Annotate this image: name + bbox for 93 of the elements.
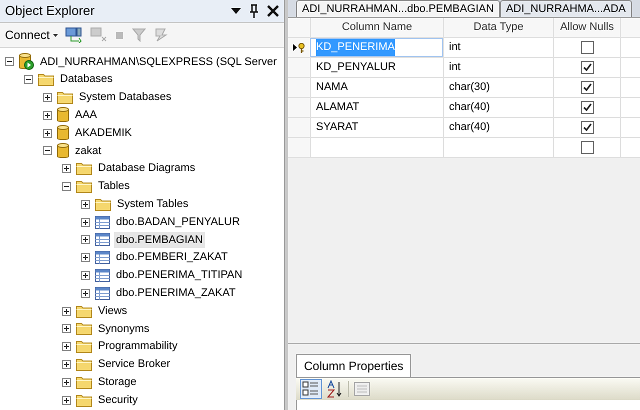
tree-item[interactable]: dbo.PEMBAGIAN bbox=[114, 232, 205, 248]
expand-icon[interactable] bbox=[62, 324, 71, 334]
data-type-cell[interactable]: char(40) bbox=[449, 119, 490, 136]
data-type-cell[interactable]: int bbox=[449, 39, 461, 56]
expand-icon[interactable] bbox=[43, 92, 52, 102]
checkbox[interactable] bbox=[580, 101, 594, 114]
checkbox[interactable] bbox=[580, 141, 594, 154]
tree-item[interactable]: Security bbox=[96, 392, 140, 408]
tree-item[interactable]: AKADEMIK bbox=[73, 124, 134, 142]
tree-item[interactable]: Storage bbox=[96, 374, 139, 390]
tree-item[interactable]: AAA bbox=[73, 107, 100, 124]
tree-item[interactable]: dbo.BADAN_PENYALUR bbox=[114, 214, 242, 230]
expand-icon[interactable] bbox=[81, 235, 90, 244]
data-type-cell[interactable]: char(40) bbox=[449, 99, 490, 116]
collapse-icon[interactable] bbox=[62, 182, 71, 191]
table-icon bbox=[95, 251, 110, 264]
document-tab[interactable]: ADI_NURRAHMA...ADA bbox=[500, 0, 632, 17]
collapse-icon[interactable] bbox=[24, 75, 33, 84]
tree-item[interactable]: dbo.PENERIMA_TITIPAN bbox=[114, 267, 244, 284]
tree-item[interactable]: Service Broker bbox=[96, 356, 172, 373]
folder-icon bbox=[38, 73, 54, 86]
checkbox[interactable] bbox=[580, 41, 594, 54]
collapse-icon[interactable] bbox=[5, 57, 14, 66]
dropdown-icon[interactable] bbox=[231, 8, 241, 14]
table-icon bbox=[95, 268, 110, 282]
folder-icon bbox=[76, 304, 92, 318]
column-name-cell[interactable]: ALAMAT bbox=[316, 99, 360, 116]
tree-item[interactable]: System Tables bbox=[115, 196, 190, 213]
checkbox[interactable] bbox=[580, 61, 594, 74]
tree-item[interactable]: zakat bbox=[73, 142, 104, 160]
tree-item[interactable]: System Databases bbox=[77, 89, 174, 106]
expand-icon[interactable] bbox=[81, 218, 90, 227]
folder-icon bbox=[95, 198, 111, 211]
data-type-cell[interactable]: char(30) bbox=[449, 79, 490, 96]
tree-item[interactable]: Database Diagrams bbox=[96, 160, 198, 177]
categorized-icon[interactable] bbox=[300, 379, 322, 399]
folder-icon bbox=[76, 394, 92, 407]
expand-icon[interactable] bbox=[62, 306, 71, 316]
key-icon bbox=[298, 42, 305, 52]
tree-item[interactable]: dbo.PEMBERI_ZAKAT bbox=[114, 249, 230, 266]
tree-item[interactable]: Synonyms bbox=[96, 320, 152, 338]
column-name-cell[interactable]: SYARAT bbox=[316, 119, 358, 136]
expand-icon[interactable] bbox=[81, 288, 90, 298]
tree-item[interactable]: Tables bbox=[96, 178, 132, 195]
tree-item[interactable]: Programmability bbox=[96, 338, 180, 355]
database-icon bbox=[57, 125, 69, 142]
caret-icon bbox=[52, 34, 58, 36]
data-type-cell[interactable]: int bbox=[449, 59, 461, 76]
folder-icon bbox=[76, 322, 92, 336]
connect-icon[interactable] bbox=[64, 27, 83, 43]
expand-icon[interactable] bbox=[62, 378, 71, 387]
expand-icon[interactable] bbox=[62, 396, 71, 405]
folder-icon bbox=[76, 358, 92, 371]
connect-button[interactable]: Connect bbox=[5, 26, 58, 44]
properties-tab[interactable]: Column Properties bbox=[296, 354, 412, 377]
document-tab[interactable]: ADI_NURRAHMAN...dbo.PEMBAGIAN bbox=[296, 0, 500, 17]
table-icon bbox=[95, 286, 110, 300]
expand-icon[interactable] bbox=[43, 128, 52, 138]
tree-item[interactable]: ADI_NURRAHMAN\SQLEXPRESS (SQL Server bbox=[38, 54, 279, 70]
folder-icon bbox=[76, 376, 92, 389]
panel-title: Object Explorer bbox=[5, 2, 95, 20]
folder-icon bbox=[76, 340, 92, 354]
checkbox[interactable] bbox=[580, 81, 594, 94]
expand-icon[interactable] bbox=[81, 270, 90, 280]
sort-alphabetical-icon[interactable] bbox=[327, 380, 343, 398]
tree-item[interactable]: Databases bbox=[58, 71, 115, 88]
tree-item[interactable]: Views bbox=[96, 302, 130, 320]
expand-icon[interactable] bbox=[62, 360, 71, 369]
pin-icon[interactable] bbox=[249, 4, 259, 18]
column-name-cell[interactable]: KD_PENYALUR bbox=[316, 59, 396, 76]
database-icon bbox=[57, 107, 69, 124]
collapse-icon[interactable] bbox=[43, 146, 52, 156]
column-header[interactable]: Column Name bbox=[310, 18, 443, 37]
server-icon bbox=[19, 53, 34, 70]
row-selector[interactable] bbox=[288, 38, 310, 57]
expand-icon[interactable] bbox=[62, 342, 71, 352]
column-name-cell[interactable]: NAMA bbox=[316, 79, 348, 96]
column-header[interactable]: Data Type bbox=[443, 18, 553, 37]
expand-icon[interactable] bbox=[81, 200, 90, 209]
database-icon bbox=[57, 142, 69, 159]
folder-icon bbox=[57, 90, 73, 104]
tree-item[interactable]: dbo.PENERIMA_ZAKAT bbox=[114, 285, 238, 302]
expand-icon[interactable] bbox=[43, 110, 52, 120]
table-icon bbox=[95, 233, 110, 246]
expand-icon[interactable] bbox=[81, 253, 90, 262]
close-icon[interactable] bbox=[267, 5, 279, 17]
expand-icon[interactable] bbox=[62, 164, 71, 174]
current-row-icon bbox=[293, 44, 297, 51]
table-icon bbox=[95, 216, 110, 229]
column-header[interactable]: Allow Nulls bbox=[553, 18, 621, 37]
folder-icon bbox=[76, 162, 92, 176]
folder-icon bbox=[76, 180, 92, 193]
checkbox[interactable] bbox=[580, 121, 594, 134]
